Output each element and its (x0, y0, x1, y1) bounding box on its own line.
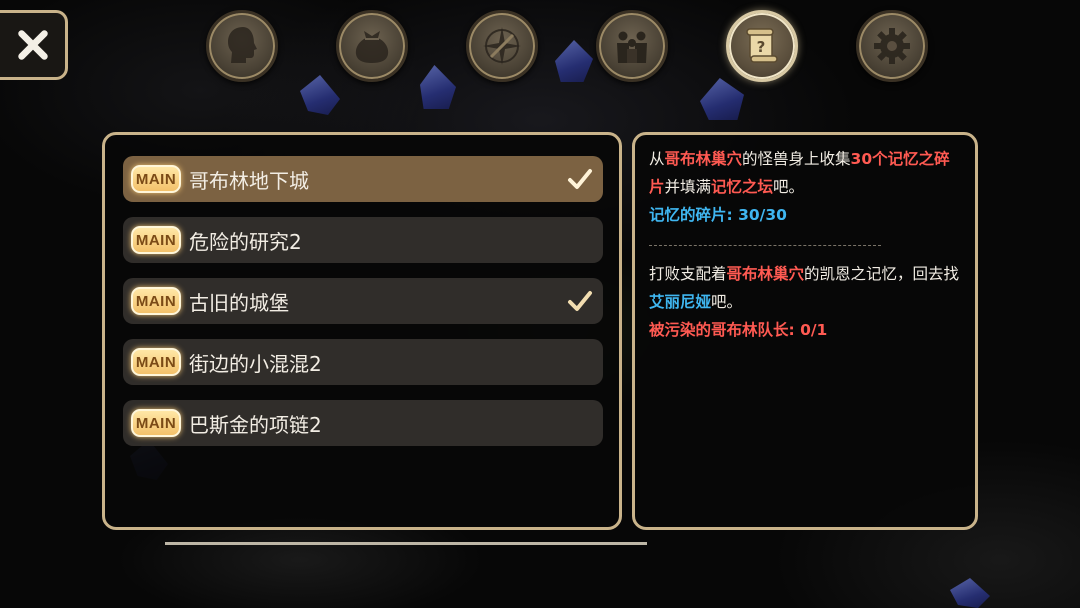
target-name: 记忆之坛 (711, 178, 774, 196)
head-silhouette-icon (228, 27, 257, 63)
scroll-icon: ? (746, 28, 778, 63)
quest-title: 巴斯金的项链2 (189, 412, 322, 437)
bag-icon (355, 31, 389, 63)
location-name: 哥布林巢穴 (726, 265, 805, 283)
tab-party[interactable] (596, 10, 668, 82)
quest-item[interactable]: MAIN 街边的小混混2 (123, 339, 603, 385)
people-icon (617, 31, 647, 63)
quest-item[interactable]: MAIN 古旧的城堡 (123, 278, 603, 324)
gear-icon (874, 28, 910, 64)
quest-title: 危险的研究2 (189, 229, 302, 254)
main-quest-badge: MAIN (131, 165, 181, 193)
horizontal-scrollbar[interactable] (165, 542, 647, 545)
quest-item[interactable]: MAIN 哥布林地下城 (123, 156, 603, 202)
game-screen: ? MAIN 哥布林地下城 MAIN 危险的研究2 MAIN 古旧的城堡 MAI… (0, 0, 1080, 608)
objective-progress: 被污染的哥布林队长: 0/1 (649, 321, 828, 339)
background-crystal (555, 40, 593, 82)
main-quest-badge: MAIN (131, 226, 181, 254)
location-name: 哥布林巢穴 (664, 150, 743, 168)
npc-name: 艾丽尼娅 (649, 293, 712, 311)
quest-list-panel: MAIN 哥布林地下城 MAIN 危险的研究2 MAIN 古旧的城堡 MAIN … (102, 132, 622, 530)
svg-text:?: ? (757, 38, 766, 56)
background-crystal (420, 65, 456, 109)
main-quest-badge: MAIN (131, 348, 181, 376)
objective-description: 从哥布林巢穴的怪兽身上收集30个记忆之碎片并填满记忆之坛吧。 (649, 150, 950, 196)
objective-progress: 记忆的碎片: 30/30 (649, 206, 787, 224)
quest-item[interactable]: MAIN 危险的研究2 (123, 217, 603, 263)
close-x-icon (17, 30, 48, 60)
divider (649, 233, 881, 246)
main-quest-badge: MAIN (131, 409, 181, 437)
background-crystal (950, 578, 990, 608)
quest-item[interactable]: MAIN 巴斯金的项链2 (123, 400, 603, 446)
quest-title: 哥布林地下城 (189, 168, 309, 193)
tab-map[interactable] (466, 10, 538, 82)
tab-settings[interactable] (856, 10, 928, 82)
tab-character[interactable] (206, 10, 278, 82)
background-crystal (300, 75, 340, 115)
quest-detail-panel: 从哥布林巢穴的怪兽身上收集30个记忆之碎片并填满记忆之坛吧。 记忆的碎片: 30… (632, 132, 978, 530)
compass-icon (483, 27, 521, 65)
tab-quests[interactable]: ? (726, 10, 798, 82)
checkmark-icon (568, 291, 592, 311)
quest-title: 古旧的城堡 (189, 290, 289, 315)
background-crystal (700, 78, 744, 120)
checkmark-icon (568, 169, 592, 189)
objective-description: 打败支配着哥布林巢穴的凯恩之记忆，回去找艾丽尼娅吧。 (649, 265, 960, 311)
close-button[interactable] (0, 10, 68, 80)
tab-inventory[interactable] (336, 10, 408, 82)
quest-title: 街边的小混混2 (189, 351, 322, 376)
main-quest-badge: MAIN (131, 287, 181, 315)
